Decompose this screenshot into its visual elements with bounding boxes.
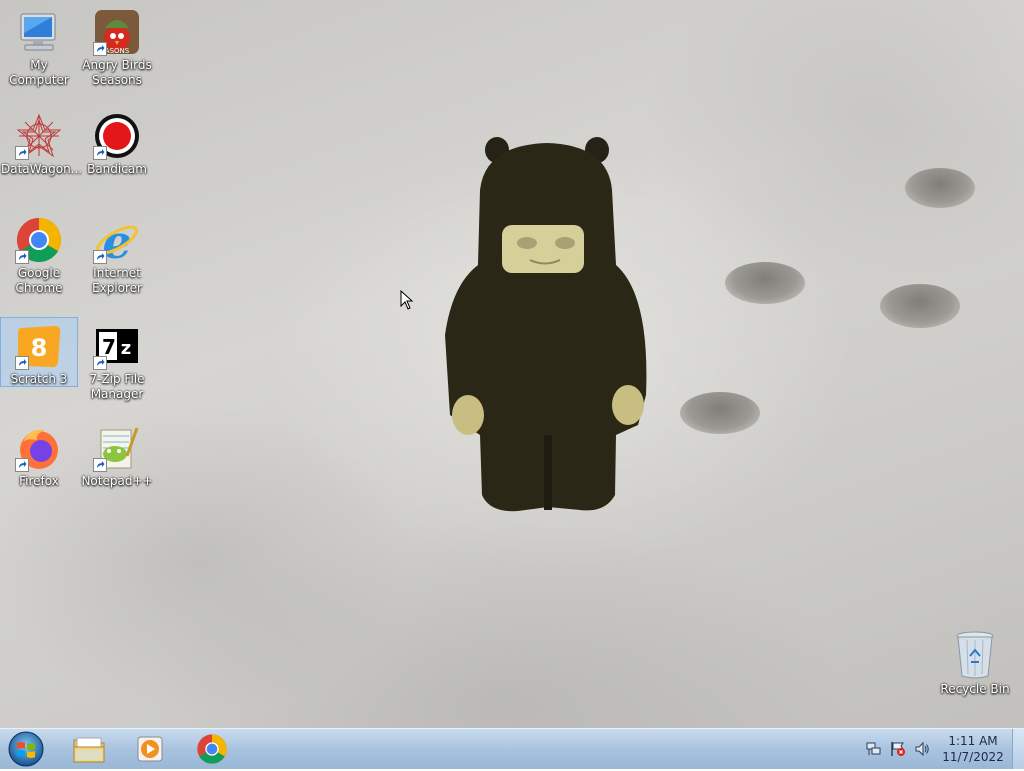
wallpaper-hole: [725, 262, 805, 304]
windows-start-icon: [8, 731, 44, 767]
recycle-bin-label: Recycle Bin: [940, 682, 1010, 696]
desktop[interactable]: My Computer ASONS Angry Birds Seasons Da…: [0, 0, 1024, 728]
desktop-icon-angry-birds[interactable]: ASONS Angry Birds Seasons: [79, 4, 155, 104]
shortcut-arrow-icon: [15, 146, 29, 160]
desktop-icon-label: Firefox: [19, 474, 59, 488]
mouse-cursor-icon: [400, 290, 414, 310]
scratch-icon: 8: [15, 322, 63, 370]
desktop-icon-label: Scratch 3: [10, 372, 68, 386]
desktop-icon-notepadpp[interactable]: Notepad++: [79, 420, 155, 520]
computer-icon: [15, 8, 63, 56]
firefox-icon: [15, 424, 63, 472]
wallpaper-hole: [680, 392, 760, 434]
shortcut-arrow-icon: [93, 458, 107, 472]
desktop-icon-internet-explorer[interactable]: e Internet Explorer: [79, 212, 155, 312]
desktop-icon-bandicam[interactable]: Bandicam: [79, 108, 155, 208]
clock-time: 1:11 AM: [948, 734, 998, 748]
taskbar-item-media-player[interactable]: [124, 731, 176, 767]
shortcut-arrow-icon: [15, 458, 29, 472]
shortcut-arrow-icon: [15, 356, 29, 370]
clock-date: 11/7/2022: [942, 750, 1004, 764]
start-button[interactable]: [6, 730, 46, 768]
shortcut-arrow-icon: [93, 250, 107, 264]
desktop-icon-my-computer[interactable]: My Computer: [1, 4, 77, 104]
taskbar: 1:11 AM 11/7/2022: [0, 728, 1024, 769]
clock[interactable]: 1:11 AM 11/7/2022: [938, 733, 1008, 765]
7zip-icon: 7 z: [93, 322, 141, 370]
folder-icon: [73, 737, 105, 763]
chrome-icon: [197, 734, 227, 764]
svg-text:z: z: [121, 338, 131, 359]
taskbar-item-windows-explorer[interactable]: [63, 731, 115, 767]
internet-explorer-icon: e: [93, 215, 141, 269]
wallpaper-hole: [880, 284, 960, 328]
action-center-flag-icon[interactable]: [890, 741, 906, 757]
desktop-icon-label: Bandicam: [87, 162, 147, 176]
bandicam-icon: [93, 112, 141, 160]
desktop-icon-firefox[interactable]: Firefox: [1, 420, 77, 520]
media-player-icon: [137, 736, 163, 762]
desktop-icon-recycle-bin[interactable]: Recycle Bin: [940, 630, 1010, 702]
desktop-icon-label: 7-Zip File Manager: [89, 372, 145, 401]
network-icon[interactable]: [866, 741, 882, 757]
angry-birds-icon: ASONS: [93, 8, 141, 56]
recycle-bin-icon: [956, 631, 994, 679]
desktop-icon-google-chrome[interactable]: Google Chrome: [1, 212, 77, 312]
shortcut-arrow-icon: [93, 356, 107, 370]
desktop-icon-label: Google Chrome: [15, 266, 63, 295]
shortcut-arrow-icon: [93, 146, 107, 160]
show-desktop-button[interactable]: [1012, 729, 1024, 769]
desktop-icon-7zip[interactable]: 7 z 7-Zip File Manager: [79, 318, 155, 418]
desktop-icon-label: DataWagon...: [1, 162, 83, 176]
wallpaper-character: [445, 137, 647, 512]
svg-text:8: 8: [31, 334, 48, 362]
volume-icon[interactable]: [914, 741, 930, 757]
wallpaper-hole: [905, 168, 975, 208]
desktop-icon-scratch[interactable]: 8 Scratch 3: [0, 317, 78, 387]
desktop-icon-label: Internet Explorer: [92, 266, 142, 295]
desktop-icon-label: Angry Birds Seasons: [82, 58, 152, 87]
desktop-icon-label: My Computer: [9, 58, 69, 87]
svg-text:ASONS: ASONS: [105, 47, 130, 55]
shortcut-arrow-icon: [15, 250, 29, 264]
taskbar-item-google-chrome[interactable]: [186, 731, 238, 767]
shortcut-arrow-icon: [93, 42, 107, 56]
desktop-icon-datawagon[interactable]: DataWagon...: [1, 108, 83, 208]
notepadpp-icon: [93, 424, 141, 472]
datawagon-icon: [15, 112, 63, 160]
chrome-icon: [15, 216, 63, 264]
desktop-icon-label: Notepad++: [81, 474, 153, 488]
